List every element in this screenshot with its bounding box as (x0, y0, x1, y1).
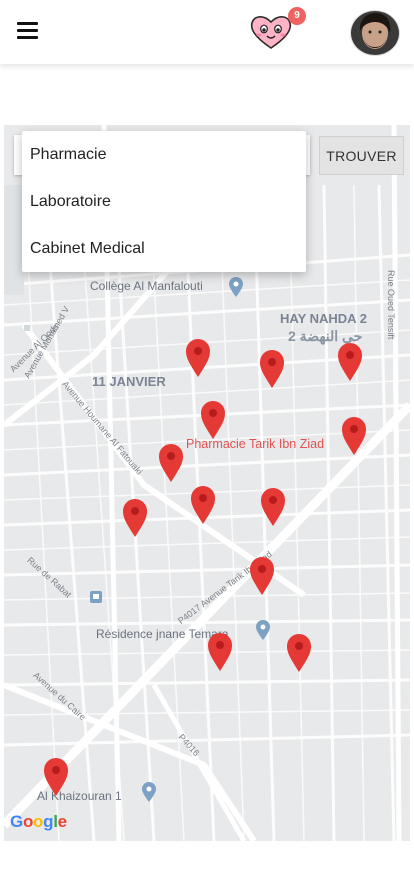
location-pin-icon[interactable] (337, 343, 363, 381)
location-pin-icon[interactable] (259, 350, 285, 388)
category-dropdown: Pharmacie Laboratoire Cabinet Medical (22, 131, 306, 272)
option-laboratoire[interactable]: Laboratoire (22, 178, 306, 225)
residence-poi-icon[interactable] (255, 620, 271, 640)
location-pin-icon[interactable] (190, 486, 216, 524)
avatar[interactable] (350, 10, 400, 56)
location-pin-icon[interactable] (260, 488, 286, 526)
notification-badge: 9 (288, 7, 306, 25)
map-label-college: Collège Al Manfalouti (90, 279, 203, 293)
location-pin-icon[interactable] (200, 401, 226, 439)
location-pin-icon[interactable] (249, 557, 275, 595)
street-label-rue-oued: Rue Oued Tensift (386, 270, 396, 340)
option-cabinet-medical[interactable]: Cabinet Medical (22, 225, 306, 272)
heart-face-icon[interactable] (248, 12, 294, 52)
bus-stop-icon[interactable] (89, 590, 103, 604)
khaizouran-poi-icon[interactable] (141, 782, 157, 802)
school-poi-icon[interactable] (228, 277, 244, 297)
location-pin-icon[interactable] (286, 634, 312, 672)
location-pin-icon[interactable] (158, 444, 184, 482)
option-pharmacie[interactable]: Pharmacie (22, 131, 306, 178)
location-pin-icon[interactable] (122, 499, 148, 537)
google-attribution: Google (10, 812, 67, 831)
hamburger-icon[interactable] (17, 22, 39, 40)
map-label-janvier: 11 JANVIER (92, 374, 166, 389)
top-app-bar: 9 (0, 0, 414, 64)
trouver-button[interactable]: TROUVER (319, 136, 404, 175)
location-pin-icon[interactable] (185, 339, 211, 377)
map-label-hay-nahda: HAY NAHDA 2 (280, 311, 367, 326)
location-pin-icon[interactable] (43, 758, 69, 796)
location-pin-icon[interactable] (207, 633, 233, 671)
location-pin-icon[interactable] (341, 417, 367, 455)
map-label-pharmacie[interactable]: Pharmacie Tarik Ibn Ziad (186, 437, 324, 451)
